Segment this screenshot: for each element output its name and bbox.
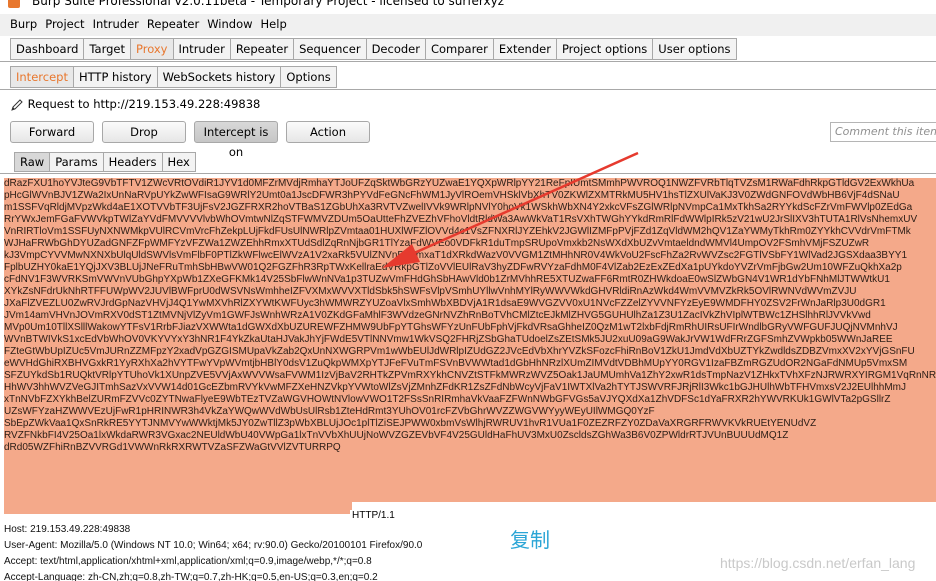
body-line: JXaFlZVEZLU0ZwRVJrdGpNazVHVjJ4Q1YwMXVhRl… [4, 298, 936, 310]
tab-intruder[interactable]: Intruder [172, 38, 231, 60]
menu-help[interactable]: Help [257, 14, 291, 31]
main-tabs: Dashboard Target Proxy Intruder Repeater Sequ… [10, 38, 737, 62]
menu-repeater[interactable]: Repeater [143, 14, 203, 31]
tab-project-options[interactable]: Project options [555, 38, 654, 60]
body-line: VnRIRTloVm1SSFUyNXNWMkpVUlRCVmVrcFhZekpL… [4, 226, 936, 238]
body-line: SFZUYkdSb1RUQktVRlpYTUhoVk1XUnpZVE5VVjAx… [4, 370, 936, 382]
body-line: xTnNVbFZXYkhBelZURmFZVVc0ZYTNwaFlyeE9WbT… [4, 394, 936, 406]
drop-button[interactable]: Drop [102, 121, 186, 143]
body-line: kJ3VmpCYVVMwNXNXbUlqUldSWVlsVmFlbF0PTlZk… [4, 250, 936, 262]
menu-intruder[interactable]: Intruder [89, 14, 143, 31]
body-line: FZteGtWbUpIZUc5VmJURnZZMFpzY2xadVpGZGISM… [4, 346, 936, 358]
tab-params[interactable]: Params [49, 152, 104, 172]
header-host: Host: 219.153.49.228:49838 [4, 524, 131, 535]
body-line: dRazFXU1hoYVJteG9VbTFTV1ZWcVRtOVdiR1JYV1… [4, 178, 936, 190]
body-line: HhWV3hhWVZVeGJITmhSazVxVVW14d01GcEZbmRVY… [4, 382, 936, 394]
copy-annotation: 复制 [510, 528, 550, 552]
body-line: eWVHdGhiRXBHVGxkR1YyRXhXa2hVYTFwYVpWVmtj… [4, 358, 936, 370]
body-line [4, 478, 936, 490]
intercept-toggle-button[interactable]: Intercept is on [194, 121, 278, 159]
body-line: pHcGlWVnBJV1ZWa2IxUnNaRVpUYkZwWFIsaG9WRl… [4, 190, 936, 202]
watermark: https://blog.csdn.net/erfan_lang [720, 555, 916, 571]
pencil-icon[interactable] [10, 98, 24, 112]
action-button[interactable]: Action [286, 121, 370, 143]
tab-websockets-history[interactable]: WebSockets history [156, 66, 282, 88]
body-line: cFdNV1F3WVRKSmVWVnVUbGhpYXpWb1ZXeGFKMk14… [4, 274, 936, 286]
tab-raw[interactable]: Raw [14, 152, 51, 172]
tab-comparer[interactable]: Comparer [424, 38, 494, 60]
request-target: Request to http://219.153.49.228:49838 [10, 97, 260, 115]
body-line: XYkZsNFdrUkNhRTFFUWpWV2JUVlBWFprU0dWSVNs… [4, 286, 936, 298]
tab-repeater[interactable]: Repeater [229, 38, 295, 60]
tab-decoder[interactable]: Decoder [365, 38, 426, 60]
body-line: MVp0Um10TllXSlllWakowYTFsV1RrbFJiazVXWWt… [4, 322, 936, 334]
message-view-tabs: Raw Params Headers Hex [14, 152, 196, 174]
tab-headers[interactable]: Headers [102, 152, 163, 172]
proxy-tabs: Intercept HTTP history WebSockets history O… [10, 66, 337, 90]
tab-user-options[interactable]: User options [652, 38, 737, 60]
body-line [4, 466, 936, 478]
tab-target[interactable]: Target [83, 38, 131, 60]
http-version: HTTP/1.1 [350, 510, 395, 522]
body-line: JVm14amVHVnJOVmRXV0dST1ZtMVNjVlZyVm1GWFJ… [4, 310, 936, 322]
body-line: UZsWFYzaHZWWVEzUjFwR1pHRINWR3h4VkZaYWQwW… [4, 406, 936, 418]
proxy-tabs-divider [0, 89, 936, 90]
body-line: FplbUZHY0kaE1YQjJXV3BLUjJNeFRuTmhSbHBwVW… [4, 262, 936, 274]
tab-dashboard[interactable]: Dashboard [10, 38, 85, 60]
forward-button[interactable]: Forward [10, 121, 94, 143]
comment-input[interactable]: Comment this item [830, 122, 936, 142]
header-accept: Accept: text/html,application/xhtml+xml,… [4, 556, 372, 567]
tab-extender[interactable]: Extender [492, 38, 557, 60]
body-line [4, 490, 936, 502]
window-titlebar: Burp Suite Professional v2.0.11beta - Te… [0, 0, 936, 12]
main-tabs-divider [0, 61, 936, 62]
tab-sequencer[interactable]: Sequencer [293, 38, 367, 60]
menu-project[interactable]: Project [41, 14, 88, 31]
body-line: WVnBTWIVkS1xcEdVbWhOV0VKYVYxY3hNR1F4YkZk… [4, 334, 936, 346]
body-line: RrYWxJemFGaFVWVkpTWlZaYVdFMVVVVlvbWhOVmt… [4, 214, 936, 226]
body-line: m1SSFVqRldjMVpzWkd4aE1XOTVVbTF3UjFsV2JGZ… [4, 202, 936, 214]
raw-message-editor[interactable]: dRazFXU1hoYVJteG9VbTFTV1ZWcVRtOVdiR1JYV1… [0, 173, 936, 581]
body-line [4, 454, 936, 466]
body-line: RVZFNkbFI4V25Oa1lxWkdaRWR3VGxac2NEUldWbU… [4, 430, 936, 442]
body-line-last [4, 502, 352, 514]
tab-hex[interactable]: Hex [161, 152, 196, 172]
tab-options[interactable]: Options [280, 66, 337, 88]
burp-logo-icon [8, 0, 20, 8]
request-label: Request to http://219.153.49.228:49838 [27, 97, 261, 111]
tab-http-history[interactable]: HTTP history [72, 66, 158, 88]
menu-window[interactable]: Window [203, 14, 256, 31]
body-line: SbEpZWkVaa1QxSnRkRE5YYTJNMVYwWWktjMk5JY0… [4, 418, 936, 430]
menu-burp[interactable]: Burp [0, 14, 41, 31]
menu-bar: Burp Project Intruder Repeater Window Help [0, 14, 936, 36]
header-user-agent: User-Agent: Mozilla/5.0 (Windows NT 10.0… [4, 540, 423, 551]
tab-proxy[interactable]: Proxy [129, 38, 174, 60]
body-line: dRd05WZFhiRnBZVVRGd1VWWnRkRXRWTVZaSFZWaG… [4, 442, 936, 454]
body-line: WJHaFRWbGhDYUZadGNFZFpWMFYzVFZWa1ZWZEhhR… [4, 238, 936, 250]
window-title: Burp Suite Professional v2.0.11beta - Te… [32, 0, 505, 8]
selected-request-body[interactable]: dRazFXU1hoYVJteG9VbTFTV1ZWcVRtOVdiR1JYV1… [4, 178, 936, 514]
tab-intercept[interactable]: Intercept [10, 66, 74, 88]
